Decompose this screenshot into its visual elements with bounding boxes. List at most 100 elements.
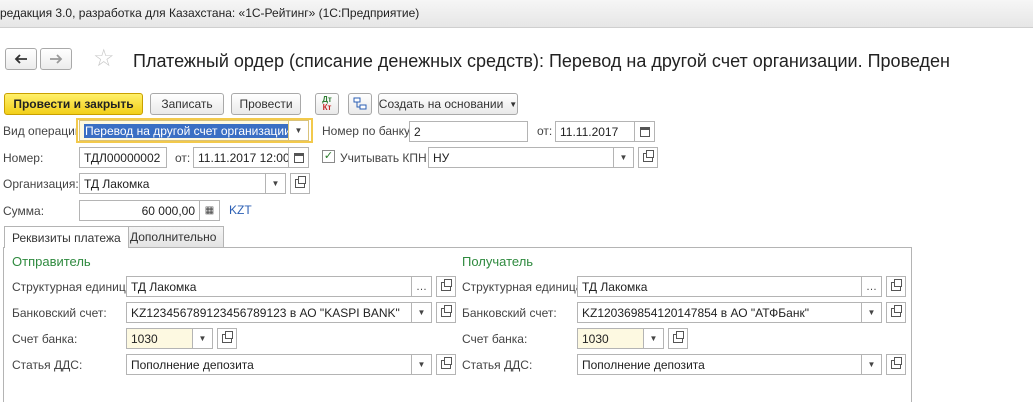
date-calendar-button[interactable]: [289, 147, 309, 168]
receiver-dds-label: Статья ДДС:: [462, 358, 533, 372]
receiver-unit-open-button[interactable]: [886, 276, 906, 297]
receiver-account-select[interactable]: KZ120369854120147854 в АО "АТФБанк": [577, 302, 862, 323]
sender-dds-dropdown-button[interactable]: ▼: [412, 354, 432, 375]
bank-date-input[interactable]: 11.11.2017: [555, 121, 635, 142]
forward-button[interactable]: [40, 48, 72, 70]
receiver-dds-dropdown-button[interactable]: ▼: [862, 354, 882, 375]
kpn-select[interactable]: НУ: [428, 147, 614, 168]
ellipsis-icon: …: [866, 280, 877, 293]
operation-select[interactable]: Перевод на другой счет организации: [79, 120, 289, 141]
sender-unit-input[interactable]: ТД Лакомка: [126, 276, 412, 297]
chevron-down-icon: ▼: [294, 126, 303, 135]
sender-bank-acc-dropdown-button[interactable]: ▼: [193, 328, 213, 349]
sender-unit-open-button[interactable]: [436, 276, 456, 297]
chevron-down-icon: ▼: [271, 179, 280, 188]
post-button[interactable]: Провести: [231, 93, 301, 115]
receiver-title: Получатель: [462, 254, 534, 269]
open-icon: [222, 331, 233, 343]
org-select[interactable]: ТД Лакомка: [79, 173, 266, 194]
operation-dropdown-button[interactable]: ▼: [289, 120, 309, 141]
post-and-close-button[interactable]: Провести и закрыть: [4, 93, 143, 115]
receiver-account-dropdown-button[interactable]: ▼: [862, 302, 882, 323]
kpn-label: Учитывать КПН: [340, 151, 427, 165]
sender-unit-label: Структурная единица:: [12, 280, 136, 294]
sum-calculator-button[interactable]: ▦: [200, 200, 220, 221]
back-button[interactable]: [5, 48, 37, 70]
sender-account-select[interactable]: KZ123456789123456789123 в АО "KASPI BANK…: [126, 302, 412, 323]
receiver-unit-choose-button[interactable]: …: [862, 276, 882, 297]
sender-dds-label: Статья ДДС:: [12, 358, 83, 372]
calendar-icon: [293, 152, 304, 163]
kpn-open-button[interactable]: [638, 147, 658, 168]
ellipsis-icon: …: [416, 280, 427, 293]
sender-unit-choose-button[interactable]: …: [412, 276, 432, 297]
sender-bank-acc-label: Счет банка:: [12, 332, 78, 346]
open-icon: [673, 331, 684, 343]
bank-number-label: Номер по банку:: [322, 124, 414, 138]
sum-input[interactable]: 60 000,00: [79, 200, 200, 221]
receiver-account-open-button[interactable]: [886, 302, 906, 323]
currency-link[interactable]: KZT: [229, 203, 252, 217]
open-icon: [891, 305, 902, 317]
sender-bank-acc-open-button[interactable]: [217, 328, 237, 349]
open-icon: [441, 305, 452, 317]
tab-payment-details[interactable]: Реквизиты платежа: [4, 226, 129, 248]
calculator-icon: ▦: [204, 205, 215, 216]
org-dropdown-button[interactable]: ▼: [266, 173, 286, 194]
number-input[interactable]: ТДЛ00000002: [79, 147, 167, 168]
sender-dds-select[interactable]: Пополнение депозита: [126, 354, 412, 375]
bank-date-calendar-button[interactable]: [635, 121, 655, 142]
receiver-dds-open-button[interactable]: [886, 354, 906, 375]
structure-button[interactable]: [348, 93, 372, 115]
payment-details-panel: [3, 247, 912, 402]
chevron-down-icon: ▼: [417, 360, 426, 369]
kpn-dropdown-button[interactable]: ▼: [614, 147, 634, 168]
receiver-bank-acc-label: Счет банка:: [462, 332, 528, 346]
sender-dds-open-button[interactable]: [436, 354, 456, 375]
hierarchy-icon: [353, 97, 367, 110]
create-based-on-label: Создать на основании: [378, 97, 504, 111]
dt-kt-button[interactable]: Дт Кт: [315, 93, 339, 115]
sender-account-label: Банковский счет:: [12, 306, 107, 320]
receiver-bank-acc-open-button[interactable]: [668, 328, 688, 349]
receiver-bank-acc-select[interactable]: 1030: [577, 328, 644, 349]
kpn-checkbox[interactable]: ✓: [322, 150, 335, 163]
open-icon: [295, 176, 306, 188]
window-title: редакция 3.0, разработка для Казахстана:…: [0, 6, 420, 20]
sender-account-dropdown-button[interactable]: ▼: [412, 302, 432, 323]
chevron-down-icon: ▼: [509, 99, 518, 109]
date-input[interactable]: 11.11.2017 12:00:0: [193, 147, 289, 168]
operation-value: Перевод на другой счет организации: [84, 123, 288, 138]
star-icon[interactable]: ☆: [93, 47, 115, 71]
open-icon: [441, 357, 452, 369]
chevron-down-icon: ▼: [619, 153, 628, 162]
chevron-down-icon: ▼: [867, 308, 876, 317]
open-icon: [891, 279, 902, 291]
tab-additional[interactable]: Дополнительно: [122, 226, 225, 247]
page-title: Платежный ордер (списание денежных средс…: [133, 51, 950, 71]
checkmark-icon: ✓: [323, 150, 334, 162]
create-based-on-button[interactable]: Создать на основании ▼: [378, 93, 518, 115]
sender-bank-acc-select[interactable]: 1030: [126, 328, 193, 349]
sender-account-open-button[interactable]: [436, 302, 456, 323]
chevron-down-icon: ▼: [867, 360, 876, 369]
calendar-icon: [639, 126, 650, 137]
arrow-right-icon: [50, 54, 63, 64]
receiver-bank-acc-dropdown-button[interactable]: ▼: [644, 328, 664, 349]
org-label: Организация:: [3, 177, 79, 191]
number-label: Номер:: [3, 151, 44, 165]
open-icon: [643, 150, 654, 162]
arrow-left-icon: [14, 54, 27, 64]
save-button[interactable]: Записать: [150, 93, 224, 115]
window-titlebar: редакция 3.0, разработка для Казахстана:…: [0, 0, 1033, 28]
receiver-unit-label: Структурная единица:: [462, 280, 586, 294]
sum-label: Сумма:: [3, 204, 45, 218]
org-open-button[interactable]: [290, 173, 310, 194]
receiver-dds-select[interactable]: Пополнение депозита: [577, 354, 862, 375]
bank-number-input[interactable]: 2: [409, 121, 528, 142]
receiver-account-label: Банковский счет:: [462, 306, 557, 320]
bank-date-label: от:: [537, 124, 553, 138]
open-icon: [891, 357, 902, 369]
receiver-unit-input[interactable]: ТД Лакомка: [577, 276, 862, 297]
open-icon: [441, 279, 452, 291]
